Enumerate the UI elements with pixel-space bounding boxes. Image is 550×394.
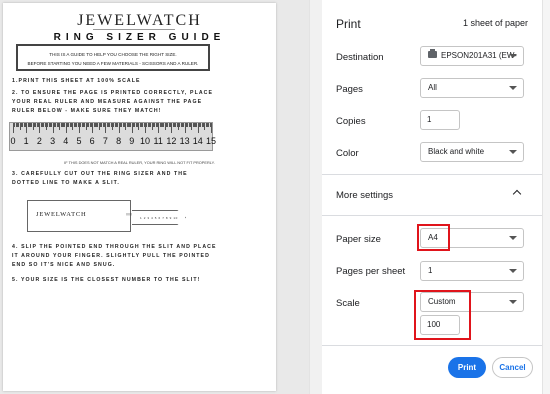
scale-label: Scale: [336, 298, 360, 309]
ruler-number: 7: [102, 136, 108, 146]
chevron-down-icon: [509, 269, 517, 274]
ruler-number: 10: [140, 136, 151, 146]
preview-page: JEWELWATCH RING SIZER GUIDE THIS IS A GU…: [3, 3, 276, 391]
ring-sizer-brand: JEWELWATCH: [36, 211, 87, 218]
ruler-number: 0: [10, 136, 16, 146]
ruler-number: 2: [36, 136, 42, 146]
ruler-number: 8: [116, 136, 122, 146]
destination-select[interactable]: EPSON201A31 (EW-: [420, 46, 524, 66]
ring-sizer-scale: 1 2 3 4 5 6 7 8 9 10: [140, 216, 178, 220]
step-5-text: 5. YOUR SIZE IS THE CLOSEST NUMBER TO TH…: [12, 277, 201, 283]
print-button[interactable]: Print: [448, 357, 486, 378]
scale-highlight: [414, 290, 471, 340]
ruler-number: 5: [76, 136, 82, 146]
pages-value: All: [428, 83, 437, 92]
ruler-number: 11: [153, 136, 163, 146]
ruler-number: 1: [23, 136, 29, 146]
ruler-number: 14: [192, 136, 203, 146]
divider: [322, 215, 542, 216]
ruler-number: 9: [129, 136, 135, 146]
brand-underline: [93, 29, 175, 30]
destination-value: EPSON201A31 (EW-: [441, 51, 517, 60]
step-1-text: 1.PRINT THIS SHEET AT 100% SCALE: [12, 78, 141, 84]
chevron-down-icon: [509, 86, 517, 91]
pages-per-sheet-label: Pages per sheet: [336, 266, 406, 277]
pages-per-sheet-select[interactable]: 1: [420, 261, 524, 281]
ruler-tick: [211, 123, 212, 133]
cancel-button[interactable]: Cancel: [492, 357, 533, 378]
color-select[interactable]: Black and white: [420, 142, 524, 162]
intro-box: THIS IS A GUIDE TO HELP YOU CHOOSE THE R…: [16, 44, 210, 71]
step-2-text: 2. TO ENSURE THE PAGE IS PRINTED CORRECT…: [12, 90, 214, 114]
color-value: Black and white: [428, 147, 485, 156]
step-4-text: 4. SLIP THE POINTED END THROUGH THE SLIT…: [12, 244, 217, 268]
ruler-number: 15: [206, 136, 217, 146]
paper-size-label: Paper size: [336, 234, 381, 245]
chevron-up-icon[interactable]: [512, 189, 522, 199]
destination-label: Destination: [336, 52, 384, 63]
ruler-number: 6: [89, 136, 95, 146]
copies-input[interactable]: 1: [420, 110, 460, 130]
copies-label: Copies: [336, 116, 366, 127]
chevron-down-icon: [509, 150, 517, 155]
paper-size-highlight: [417, 224, 450, 251]
ruler-number: 13: [179, 136, 190, 146]
settings-scrollbar[interactable]: [542, 0, 550, 394]
ruler-note: IF THIS DOES NOT MATCH A REAL RULER, YOU…: [64, 160, 215, 165]
dialog-title: Print: [336, 17, 361, 31]
divider: [322, 174, 542, 175]
ruler-number: 4: [63, 136, 69, 146]
guide-title: RING SIZER GUIDE: [53, 32, 226, 43]
ring-sizer-strip: JEWELWATCH ||||||||||||||||||||||| 1 2 3…: [27, 200, 186, 232]
divider: [322, 345, 542, 346]
sheet-count: 1 sheet of paper: [462, 18, 528, 28]
printer-icon: [428, 49, 437, 59]
intro-line-1: THIS IS A GUIDE TO HELP YOU CHOOSE THE R…: [49, 52, 177, 57]
print-preview-area: JEWELWATCH RING SIZER GUIDE THIS IS A GU…: [0, 0, 322, 394]
preview-scrollbar[interactable]: [309, 0, 322, 394]
chevron-down-icon: [509, 54, 517, 59]
ruler-number: 3: [50, 136, 56, 146]
printed-ruler: 0 1 2 3 4 5 6 7 8 9 10 11 12 13 14 15: [9, 122, 217, 151]
pages-select[interactable]: All: [420, 78, 524, 98]
pages-label: Pages: [336, 84, 363, 95]
intro-line-2: BEFORE STARTING YOU NEED A FEW MATERIALS…: [27, 61, 199, 66]
brand-logo-text: JEWELWATCH: [77, 12, 202, 29]
color-label: Color: [336, 148, 359, 159]
ruler-number: 12: [166, 136, 177, 146]
chevron-down-icon: [509, 300, 517, 305]
chevron-down-icon: [509, 236, 517, 241]
pages-per-sheet-value: 1: [428, 266, 433, 275]
more-settings-toggle[interactable]: More settings: [336, 190, 393, 201]
step-3-text: 3. CAREFULLY CUT OUT THE RING SIZER AND …: [12, 171, 188, 186]
